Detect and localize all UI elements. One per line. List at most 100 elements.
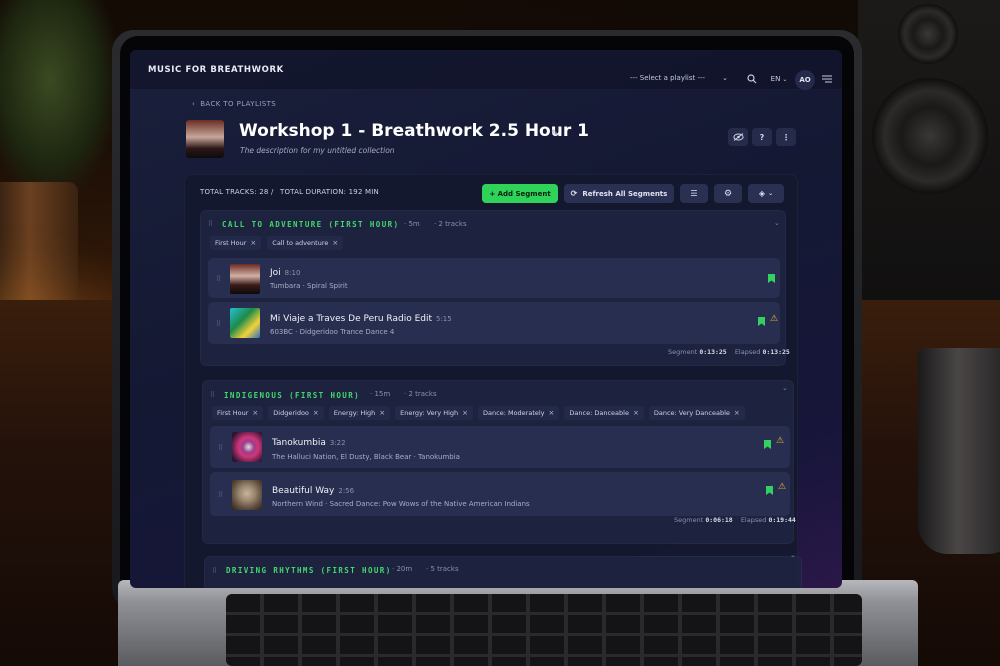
- warning-icon[interactable]: ⚠: [776, 436, 784, 446]
- chevron-left-icon: ‹: [192, 100, 196, 108]
- track-title: Beautiful Way 2:56: [272, 486, 354, 496]
- segment-name: DRIVING RHYTHMS (FIRST HOUR): [226, 566, 392, 575]
- app-brand[interactable]: MUSIC FOR BREATHWORK: [148, 65, 284, 75]
- remove-tag-icon[interactable]: ×: [252, 409, 258, 417]
- drag-handle-icon[interactable]: ⠿: [216, 320, 221, 328]
- remove-tag-icon[interactable]: ×: [633, 409, 639, 417]
- elapsed-label: Elapsed: [740, 516, 767, 524]
- segment-time: 0:06:18: [705, 516, 733, 524]
- drag-handle-icon[interactable]: ⠿: [218, 444, 223, 452]
- track-duration: 8:10: [284, 269, 301, 277]
- remove-tag-icon[interactable]: ×: [250, 239, 256, 247]
- layers-icon: ◈: [758, 189, 766, 198]
- tag-chip: Dance: Moderately ×: [478, 406, 560, 420]
- tag-label: First Hour: [217, 409, 249, 417]
- track-artist: Northern Wind · Sacred Dance: Pow Wows o…: [272, 500, 530, 508]
- warning-icon[interactable]: ⚠: [778, 482, 786, 492]
- segment-duration-value: 20m: [396, 565, 413, 573]
- track-duration: 3:22: [329, 439, 346, 447]
- remove-tag-icon[interactable]: ×: [462, 409, 468, 417]
- settings-button[interactable]: ⚙: [714, 184, 742, 203]
- playlist-select[interactable]: --- Select a playlist --- ⌄: [630, 70, 728, 86]
- language-selector[interactable]: EN ⌄: [768, 73, 790, 85]
- tag-chip: Didgeridoo ×: [268, 406, 324, 420]
- layers-menu-button[interactable]: ◈ ⌄: [748, 184, 784, 203]
- visibility-toggle-button[interactable]: [728, 128, 748, 146]
- tag-label: Didgeridoo: [273, 409, 309, 417]
- pencil-icon: ✎: [551, 129, 559, 139]
- list-view-button[interactable]: ☰: [680, 184, 708, 203]
- eye-off-icon: [732, 133, 744, 141]
- track-artist: The Halluci Nation, El Dusty, Black Bear…: [272, 453, 460, 461]
- refresh-label: Refresh All Segments: [582, 189, 668, 198]
- back-to-playlists-link[interactable]: ‹ BACK TO PLAYLISTS: [192, 100, 276, 108]
- back-link-label: BACK TO PLAYLISTS: [200, 100, 277, 108]
- track-title-text: Beautiful Way: [272, 486, 335, 496]
- drag-handle-icon[interactable]: ⠿: [212, 567, 217, 575]
- tag-chip: Call to adventure ×: [267, 236, 344, 250]
- playlist-description: The description for my untitled collecti…: [240, 146, 395, 155]
- drag-handle-icon[interactable]: ⠿: [218, 491, 223, 499]
- track-artwork: [230, 264, 260, 294]
- tag-chip: First Hour ×: [212, 406, 264, 420]
- collapse-chevron-icon[interactable]: ⌄: [790, 551, 796, 559]
- track-artwork: [232, 432, 262, 462]
- total-duration: TOTAL DURATION: 192 MIN: [280, 188, 379, 196]
- segment-time-label: Segment: [668, 348, 698, 356]
- keyboard-rows: [226, 594, 862, 666]
- edit-title-button[interactable]: ✎: [551, 129, 559, 139]
- tag-label: Call to adventure: [272, 239, 329, 247]
- menu-button[interactable]: [820, 73, 834, 85]
- drag-handle-icon[interactable]: ⠿: [216, 275, 221, 283]
- drag-handle-icon[interactable]: ⠿: [208, 220, 213, 228]
- segment-footer: Segment 0:06:18 Elapsed 0:19:44: [674, 516, 796, 524]
- elapsed-time: 0:13:25: [762, 348, 790, 356]
- track-title: Tanokumbia 3:22: [272, 438, 346, 448]
- tag-chip: Dance: Very Danceable ×: [648, 406, 745, 420]
- gear-icon: ⚙: [723, 188, 733, 199]
- remove-tag-icon[interactable]: ×: [332, 239, 338, 247]
- segment-track-count-value: 2 tracks: [438, 220, 467, 228]
- refresh-all-segments-button[interactable]: ⟳ Refresh All Segments: [564, 184, 674, 203]
- segment-duration-value: 15m: [374, 390, 391, 398]
- collapse-chevron-icon[interactable]: ⌄: [774, 219, 780, 227]
- help-button[interactable]: ?: [752, 128, 772, 146]
- chevron-down-icon: ⌄: [782, 75, 788, 83]
- track-row[interactable]: [208, 258, 780, 298]
- collapse-chevron-icon[interactable]: ⌄: [782, 384, 788, 392]
- track-artwork: [232, 480, 262, 510]
- more-options-button[interactable]: ⋮: [776, 128, 796, 146]
- track-title: Joi 8:10: [270, 268, 300, 278]
- remove-tag-icon[interactable]: ×: [734, 409, 740, 417]
- warning-icon[interactable]: ⚠: [770, 314, 778, 324]
- search-button[interactable]: [745, 72, 759, 86]
- drag-handle-icon[interactable]: ⠿: [210, 391, 215, 399]
- track-title-text: Tanokumbia: [272, 438, 326, 448]
- segment-track-count: · 5 tracks: [426, 565, 459, 573]
- tag-chip: Energy: Very High ×: [395, 406, 474, 420]
- playlist-select-value: --- Select a playlist ---: [630, 74, 706, 82]
- add-segment-button[interactable]: + Add Segment: [482, 184, 558, 203]
- segment-duration: · 15m: [370, 390, 391, 398]
- speaker-tweeter: [898, 4, 958, 64]
- segment-tags: First Hour × Didgeridoo × Energy: High × En…: [212, 406, 745, 420]
- playlist-cover: [186, 120, 224, 158]
- segment-time-label: Segment: [674, 516, 704, 524]
- elapsed-label: Elapsed: [734, 348, 761, 356]
- remove-tag-icon[interactable]: ×: [549, 409, 555, 417]
- track-duration: 5:15: [436, 315, 452, 323]
- remove-tag-icon[interactable]: ×: [313, 409, 319, 417]
- remove-tag-icon[interactable]: ×: [379, 409, 385, 417]
- avatar[interactable]: AO: [795, 70, 815, 90]
- language-label: EN: [770, 75, 781, 83]
- tag-chip: Dance: Danceable ×: [564, 406, 644, 420]
- tag-label: Dance: Danceable: [569, 409, 629, 417]
- track-title: Mi Viaje a Traves De Peru Radio Edit 5:15: [270, 314, 452, 324]
- tag-chip: First Hour ×: [210, 236, 262, 250]
- segment-track-count: · 2 tracks: [434, 220, 467, 228]
- chevron-down-icon: ⌄: [768, 190, 774, 197]
- mug: [918, 348, 1000, 554]
- chevron-down-icon: ⌄: [722, 74, 728, 82]
- segment-duration: · 5m: [404, 220, 420, 228]
- speaker-woofer: [872, 78, 988, 194]
